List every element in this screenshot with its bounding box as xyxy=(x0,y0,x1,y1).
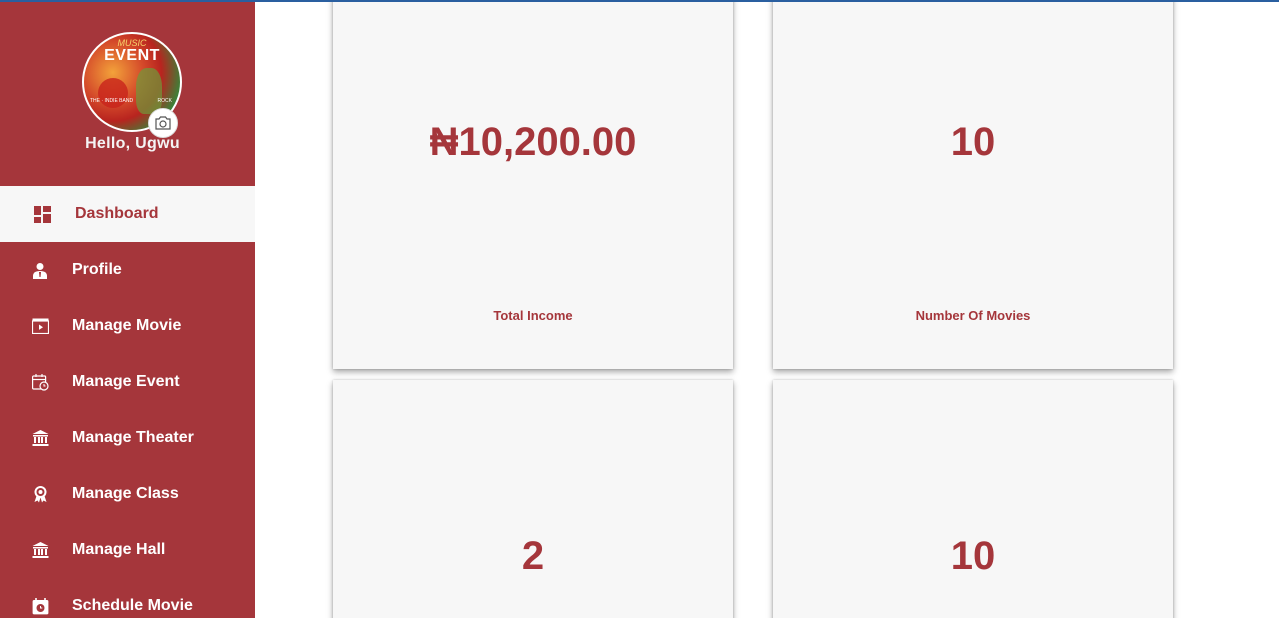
sidebar-nav: Dashboard Profile Manage Movie Manage Ev… xyxy=(0,186,255,618)
sidebar-item-label: Manage Theater xyxy=(72,429,194,446)
stat-caption: Number Of Movies xyxy=(915,308,1031,323)
event-icon xyxy=(31,373,49,391)
stat-value: ₦10,200.00 xyxy=(429,120,637,164)
sidebar-item-manage-theater[interactable]: Manage Theater xyxy=(0,410,255,466)
sidebar-item-manage-hall[interactable]: Manage Hall xyxy=(0,522,255,578)
change-photo-button[interactable] xyxy=(148,108,178,138)
sidebar-item-manage-event[interactable]: Manage Event xyxy=(0,354,255,410)
sidebar-item-label: Manage Event xyxy=(72,373,180,390)
schedule-icon xyxy=(31,597,49,615)
award-icon xyxy=(31,485,49,503)
sidebar-item-label: Manage Movie xyxy=(72,317,182,334)
stat-card-number-of-movies[interactable]: 10 Number Of Movies xyxy=(773,0,1173,369)
avatar-tag-left: THE · INDIE BAND xyxy=(90,98,134,104)
top-border xyxy=(0,0,1279,2)
avatar-tag-right: ROCK xyxy=(157,98,172,104)
sidebar-item-schedule-movie[interactable]: Schedule Movie xyxy=(0,578,255,618)
stat-card-total-income[interactable]: ₦10,200.00 Total Income xyxy=(333,0,733,369)
sidebar-item-profile[interactable]: Profile xyxy=(0,242,255,298)
sidebar-item-manage-movie[interactable]: Manage Movie xyxy=(0,298,255,354)
avatar-text-event: EVENT xyxy=(104,47,160,64)
user-icon xyxy=(31,261,49,279)
stat-card-3[interactable]: 2 xyxy=(333,380,733,618)
stat-caption: Total Income xyxy=(493,308,573,323)
sidebar-item-label: Dashboard xyxy=(75,205,159,222)
sidebar-item-label: Profile xyxy=(72,261,122,278)
avatar-figure-2 xyxy=(136,68,162,114)
hall-icon xyxy=(31,541,49,559)
stat-value: 2 xyxy=(521,534,545,578)
sidebar-item-label: Manage Class xyxy=(72,485,179,502)
greeting: Hello, Ugwu xyxy=(85,135,180,152)
stat-value: 10 xyxy=(950,120,996,164)
theater-icon xyxy=(31,429,49,447)
sidebar-item-label: Schedule Movie xyxy=(72,597,193,614)
sidebar-item-manage-class[interactable]: Manage Class xyxy=(0,466,255,522)
sidebar-item-label: Manage Hall xyxy=(72,541,166,558)
sidebar: MUSIC EVENT THE · INDIE BAND ROCK Hello,… xyxy=(0,0,255,618)
sidebar-item-dashboard[interactable]: Dashboard xyxy=(0,186,255,242)
stat-card-4[interactable]: 10 xyxy=(773,380,1173,618)
camera-icon xyxy=(155,116,171,130)
stat-value: 10 xyxy=(950,534,996,578)
profile-section: MUSIC EVENT THE · INDIE BAND ROCK Hello,… xyxy=(0,0,255,186)
movie-icon xyxy=(31,317,49,335)
dashboard-icon xyxy=(33,205,51,223)
